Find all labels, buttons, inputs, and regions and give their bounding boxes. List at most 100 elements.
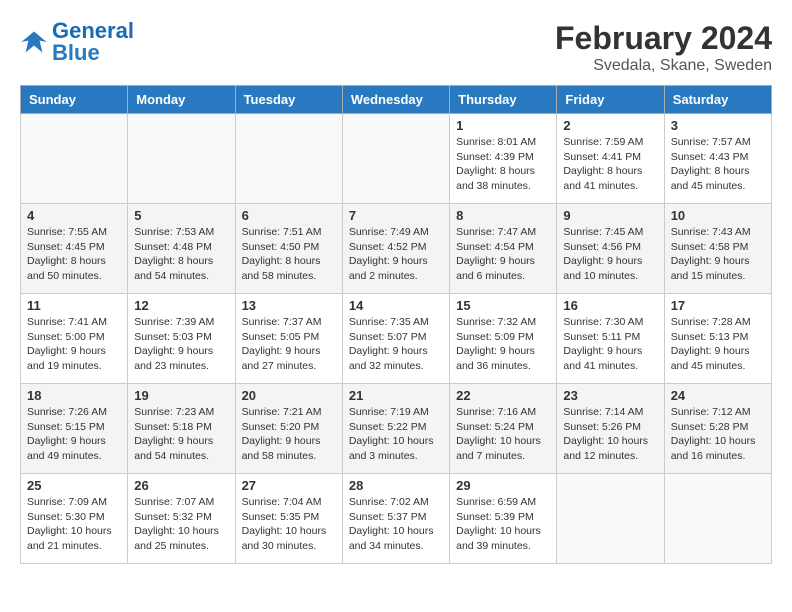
day-info: Sunrise: 8:01 AM Sunset: 4:39 PM Dayligh… <box>456 135 550 194</box>
day-info: Sunrise: 7:02 AM Sunset: 5:37 PM Dayligh… <box>349 495 443 554</box>
day-info: Sunrise: 7:14 AM Sunset: 5:26 PM Dayligh… <box>563 405 657 464</box>
calendar-cell <box>21 114 128 204</box>
day-number: 26 <box>134 478 228 493</box>
calendar-cell: 26 Sunrise: 7:07 AM Sunset: 5:32 PM Dayli… <box>128 474 235 564</box>
calendar-body: 1 Sunrise: 8:01 AM Sunset: 4:39 PM Daylig… <box>21 114 772 564</box>
calendar-cell: 17 Sunrise: 7:28 AM Sunset: 5:13 PM Dayli… <box>664 294 771 384</box>
header: General Blue February 2024 Svedala, Skan… <box>20 20 772 75</box>
day-info: Sunrise: 7:12 AM Sunset: 5:28 PM Dayligh… <box>671 405 765 464</box>
day-number: 12 <box>134 298 228 313</box>
calendar-week-row: 4Sunrise: 7:55 AM Sunset: 4:45 PM Daylig… <box>21 204 772 294</box>
calendar-cell: 13Sunrise: 7:37 AM Sunset: 5:05 PM Dayli… <box>235 294 342 384</box>
day-number: 15 <box>456 298 550 313</box>
calendar-cell: 29 Sunrise: 6:59 AM Sunset: 5:39 PM Dayli… <box>450 474 557 564</box>
calendar-cell: 3Sunrise: 7:57 AM Sunset: 4:43 PM Daylig… <box>664 114 771 204</box>
calendar-cell: 24 Sunrise: 7:12 AM Sunset: 5:28 PM Dayli… <box>664 384 771 474</box>
day-of-week-header: Saturday <box>664 86 771 114</box>
day-info: Sunrise: 7:28 AM Sunset: 5:13 PM Dayligh… <box>671 315 765 374</box>
calendar-cell: 22Sunrise: 7:16 AM Sunset: 5:24 PM Dayli… <box>450 384 557 474</box>
day-number: 24 <box>671 388 765 403</box>
calendar-cell: 2Sunrise: 7:59 AM Sunset: 4:41 PM Daylig… <box>557 114 664 204</box>
logo: General Blue <box>20 20 134 64</box>
day-number: 18 <box>27 388 121 403</box>
day-number: 29 <box>456 478 550 493</box>
day-of-week-header: Friday <box>557 86 664 114</box>
day-of-week-header: Wednesday <box>342 86 449 114</box>
day-number: 17 <box>671 298 765 313</box>
day-info: Sunrise: 7:39 AM Sunset: 5:03 PM Dayligh… <box>134 315 228 374</box>
day-info: Sunrise: 7:26 AM Sunset: 5:15 PM Dayligh… <box>27 405 121 464</box>
day-number: 14 <box>349 298 443 313</box>
calendar-cell: 8Sunrise: 7:47 AM Sunset: 4:54 PM Daylig… <box>450 204 557 294</box>
day-info: Sunrise: 7:41 AM Sunset: 5:00 PM Dayligh… <box>27 315 121 374</box>
logo-bird-icon <box>20 28 48 56</box>
day-number: 9 <box>563 208 657 223</box>
calendar-table: SundayMondayTuesdayWednesdayThursdayFrid… <box>20 85 772 564</box>
calendar-cell <box>664 474 771 564</box>
title-area: February 2024 Svedala, Skane, Sweden <box>555 20 772 75</box>
calendar-week-row: 18 Sunrise: 7:26 AM Sunset: 5:15 PM Dayli… <box>21 384 772 474</box>
day-of-week-header: Sunday <box>21 86 128 114</box>
calendar-cell <box>128 114 235 204</box>
day-info: Sunrise: 7:16 AM Sunset: 5:24 PM Dayligh… <box>456 405 550 464</box>
calendar-cell <box>557 474 664 564</box>
calendar-cell <box>235 114 342 204</box>
day-number: 23 <box>563 388 657 403</box>
calendar-cell: 16Sunrise: 7:30 AM Sunset: 5:11 PM Dayli… <box>557 294 664 384</box>
day-number: 19 <box>134 388 228 403</box>
logo-blue: Blue <box>52 40 100 65</box>
calendar-cell: 1 Sunrise: 8:01 AM Sunset: 4:39 PM Daylig… <box>450 114 557 204</box>
calendar-cell: 14 Sunrise: 7:35 AM Sunset: 5:07 PM Dayli… <box>342 294 449 384</box>
day-info: Sunrise: 7:07 AM Sunset: 5:32 PM Dayligh… <box>134 495 228 554</box>
day-info: Sunrise: 6:59 AM Sunset: 5:39 PM Dayligh… <box>456 495 550 554</box>
day-number: 7 <box>349 208 443 223</box>
day-info: Sunrise: 7:19 AM Sunset: 5:22 PM Dayligh… <box>349 405 443 464</box>
sub-title: Svedala, Skane, Sweden <box>555 57 772 75</box>
calendar-week-row: 11 Sunrise: 7:41 AM Sunset: 5:00 PM Dayli… <box>21 294 772 384</box>
calendar-week-row: 25 Sunrise: 7:09 AM Sunset: 5:30 PM Dayli… <box>21 474 772 564</box>
calendar-cell: 18 Sunrise: 7:26 AM Sunset: 5:15 PM Dayli… <box>21 384 128 474</box>
day-info: Sunrise: 7:53 AM Sunset: 4:48 PM Dayligh… <box>134 225 228 284</box>
day-info: Sunrise: 7:43 AM Sunset: 4:58 PM Dayligh… <box>671 225 765 284</box>
calendar-cell: 27 Sunrise: 7:04 AM Sunset: 5:35 PM Dayli… <box>235 474 342 564</box>
day-number: 28 <box>349 478 443 493</box>
calendar-header-row: SundayMondayTuesdayWednesdayThursdayFrid… <box>21 86 772 114</box>
day-number: 5 <box>134 208 228 223</box>
day-info: Sunrise: 7:09 AM Sunset: 5:30 PM Dayligh… <box>27 495 121 554</box>
day-number: 27 <box>242 478 336 493</box>
day-info: Sunrise: 7:49 AM Sunset: 4:52 PM Dayligh… <box>349 225 443 284</box>
day-number: 25 <box>27 478 121 493</box>
day-info: Sunrise: 7:55 AM Sunset: 4:45 PM Dayligh… <box>27 225 121 284</box>
day-number: 10 <box>671 208 765 223</box>
day-number: 3 <box>671 118 765 133</box>
day-info: Sunrise: 7:35 AM Sunset: 5:07 PM Dayligh… <box>349 315 443 374</box>
calendar-cell <box>342 114 449 204</box>
main-title: February 2024 <box>555 20 772 57</box>
calendar-cell: 6 Sunrise: 7:51 AM Sunset: 4:50 PM Daylig… <box>235 204 342 294</box>
day-number: 8 <box>456 208 550 223</box>
calendar-cell: 5 Sunrise: 7:53 AM Sunset: 4:48 PM Daylig… <box>128 204 235 294</box>
calendar-cell: 4Sunrise: 7:55 AM Sunset: 4:45 PM Daylig… <box>21 204 128 294</box>
day-number: 6 <box>242 208 336 223</box>
day-number: 11 <box>27 298 121 313</box>
day-info: Sunrise: 7:30 AM Sunset: 5:11 PM Dayligh… <box>563 315 657 374</box>
calendar-cell: 19Sunrise: 7:23 AM Sunset: 5:18 PM Dayli… <box>128 384 235 474</box>
calendar-cell: 15 Sunrise: 7:32 AM Sunset: 5:09 PM Dayli… <box>450 294 557 384</box>
day-of-week-header: Tuesday <box>235 86 342 114</box>
calendar-cell: 25 Sunrise: 7:09 AM Sunset: 5:30 PM Dayli… <box>21 474 128 564</box>
calendar-week-row: 1 Sunrise: 8:01 AM Sunset: 4:39 PM Daylig… <box>21 114 772 204</box>
day-info: Sunrise: 7:32 AM Sunset: 5:09 PM Dayligh… <box>456 315 550 374</box>
day-of-week-header: Monday <box>128 86 235 114</box>
calendar-cell: 11 Sunrise: 7:41 AM Sunset: 5:00 PM Dayli… <box>21 294 128 384</box>
calendar-cell: 23 Sunrise: 7:14 AM Sunset: 5:26 PM Dayli… <box>557 384 664 474</box>
day-number: 21 <box>349 388 443 403</box>
day-info: Sunrise: 7:59 AM Sunset: 4:41 PM Dayligh… <box>563 135 657 194</box>
day-number: 13 <box>242 298 336 313</box>
calendar-cell: 10 Sunrise: 7:43 AM Sunset: 4:58 PM Dayli… <box>664 204 771 294</box>
calendar-cell: 20Sunrise: 7:21 AM Sunset: 5:20 PM Dayli… <box>235 384 342 474</box>
calendar-cell: 28 Sunrise: 7:02 AM Sunset: 5:37 PM Dayli… <box>342 474 449 564</box>
day-number: 1 <box>456 118 550 133</box>
day-info: Sunrise: 7:51 AM Sunset: 4:50 PM Dayligh… <box>242 225 336 284</box>
day-of-week-header: Thursday <box>450 86 557 114</box>
day-info: Sunrise: 7:04 AM Sunset: 5:35 PM Dayligh… <box>242 495 336 554</box>
